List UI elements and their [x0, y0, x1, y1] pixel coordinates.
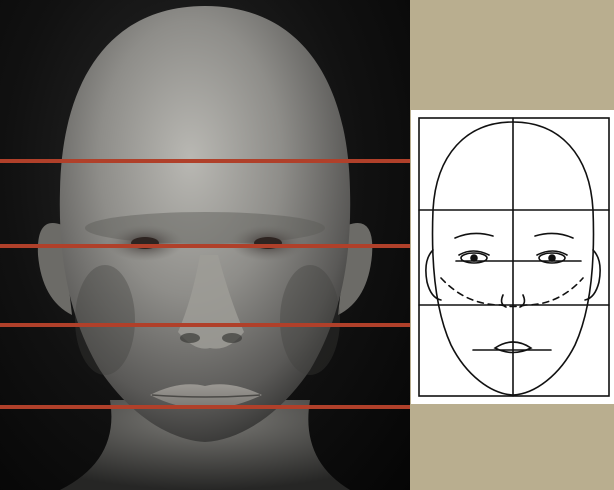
sketch-left-pupil	[470, 254, 478, 262]
face-proportion-sketch	[418, 117, 610, 397]
guide-line-nose	[0, 323, 410, 327]
face-render-panel	[0, 0, 410, 490]
guide-line-chin	[0, 405, 410, 409]
guide-line-brow	[0, 244, 410, 248]
guide-line-hairline	[0, 159, 410, 163]
sketch-left-brow	[454, 232, 494, 239]
sketch-right-brow	[534, 232, 574, 239]
sketch-right-pupil	[548, 254, 556, 262]
proportion-sketch-card	[411, 110, 614, 404]
sketch-cheek-dashed-line	[440, 277, 584, 308]
